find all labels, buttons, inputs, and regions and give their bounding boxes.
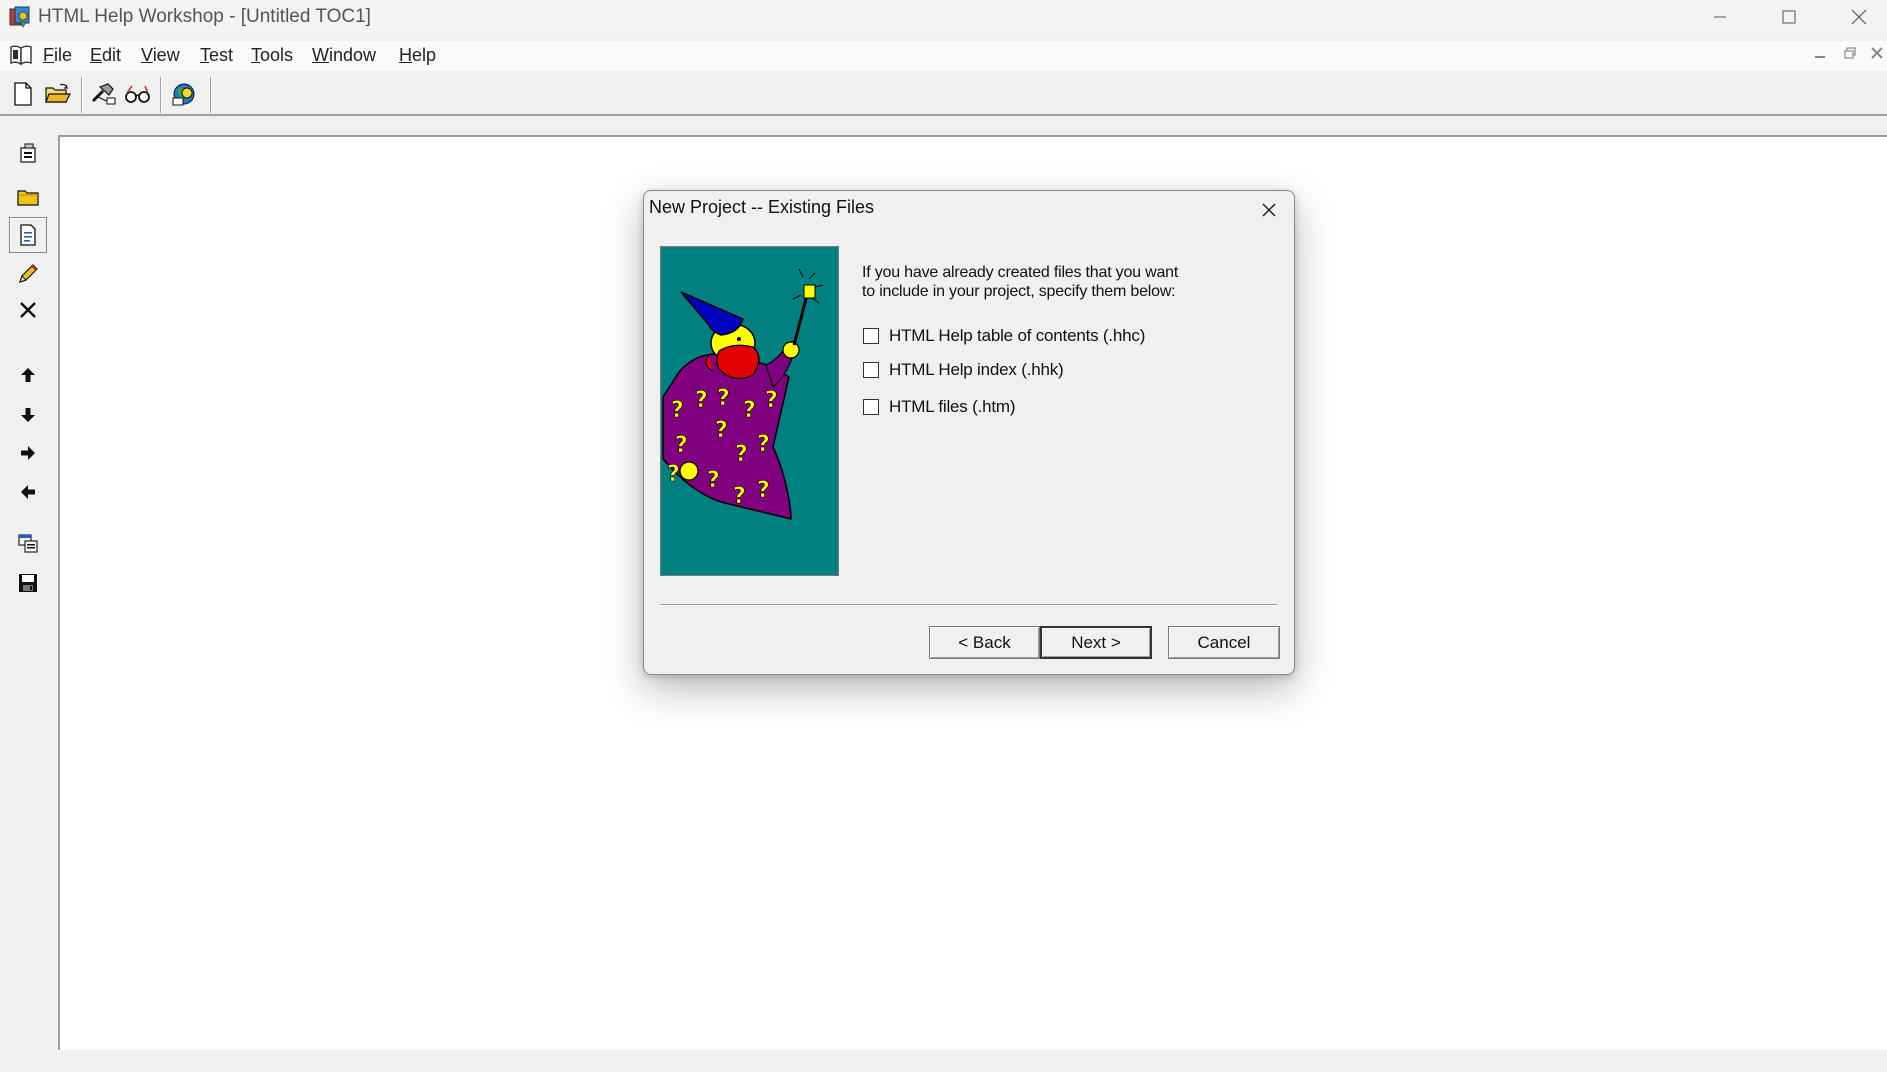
edit-selection-icon (19, 264, 38, 283)
svg-text:?: ? (733, 484, 746, 509)
insert-page-icon (20, 224, 36, 246)
wizard-illustration: ? ? ? ? ? ? ? ? ? ? ? ? ? (660, 246, 839, 576)
svg-text:?: ? (765, 388, 778, 413)
close-icon (1262, 203, 1276, 217)
status-bar (0, 1052, 1887, 1072)
menu-file[interactable]: File (43, 45, 72, 66)
compile-button[interactable] (87, 77, 121, 111)
document-system-menu-icon[interactable] (8, 44, 34, 66)
minimize-icon (1815, 56, 1825, 58)
move-up-button[interactable] (9, 357, 47, 393)
toc-tool-strip (0, 135, 60, 1050)
window-title: HTML Help Workshop - [Untitled TOC1] (38, 6, 371, 27)
svg-text:?: ? (675, 433, 688, 458)
move-right-icon (21, 446, 35, 460)
hhc-checkbox-label[interactable]: HTML Help table of contents (.hhc) (889, 326, 1145, 346)
maximize-icon (1782, 10, 1796, 24)
close-window-button[interactable] (1824, 0, 1887, 34)
mdi-close-button[interactable] (1864, 46, 1887, 68)
prompt-line-1: If you have already created files that y… (862, 264, 1179, 281)
move-up-icon (21, 368, 35, 382)
svg-text:?: ? (757, 432, 770, 457)
menu-view[interactable]: View (141, 45, 180, 66)
menu-tools[interactable]: Tools (251, 45, 293, 66)
prompt-line-2: to include in your project, specify them… (862, 283, 1176, 300)
save-file-icon (19, 574, 37, 592)
open-folder-icon (45, 83, 71, 103)
svg-text:?: ? (695, 388, 708, 413)
compile-icon (91, 83, 116, 105)
svg-text:?: ? (667, 462, 680, 487)
hhk-checkbox-label[interactable]: HTML Help index (.hhk) (889, 360, 1064, 380)
dialog-divider (660, 604, 1277, 606)
new-project-existing-files-dialog: New Project -- Existing Files ? ? ? ? ? … (643, 190, 1295, 675)
menu-window[interactable]: Window (312, 45, 376, 66)
mdi-restore-button[interactable] (1837, 46, 1863, 68)
html-help-workshop-app-icon[interactable] (8, 6, 32, 28)
toolbar-separator (81, 77, 83, 113)
hhc-checkbox-row[interactable]: HTML Help table of contents (.hhc) (863, 325, 1145, 347)
htm-checkbox[interactable] (863, 399, 879, 415)
new-file-button[interactable] (6, 77, 40, 111)
hhk-checkbox[interactable] (863, 362, 879, 378)
svg-text:?: ? (671, 398, 684, 423)
menu-test[interactable]: Test (200, 45, 233, 66)
toolbar-separator (160, 77, 162, 113)
view-compiled-file-button[interactable] (121, 77, 155, 111)
insert-heading-icon (17, 190, 39, 206)
menu-help[interactable]: Help (399, 45, 436, 66)
wizard-image: ? ? ? ? ? ? ? ? ? ? ? ? ? (662, 268, 824, 520)
title-bar: HTML Help Workshop - [Untitled TOC1] (0, 0, 1887, 34)
dialog-title: New Project -- Existing Files (649, 197, 875, 217)
svg-text:?: ? (743, 398, 756, 423)
dialog-prompt: If you have already created files that y… (862, 263, 1242, 301)
insert-page-button[interactable] (9, 217, 47, 253)
contents-properties-button[interactable] (9, 135, 47, 171)
mdi-minimize-button[interactable] (1807, 46, 1833, 68)
svg-text:?: ? (715, 418, 728, 443)
svg-text:?: ? (717, 386, 730, 411)
delete-selection-icon (20, 302, 36, 318)
dialog-close-button[interactable] (1254, 197, 1284, 223)
menu-edit[interactable]: Edit (90, 45, 121, 66)
restore-icon (1844, 47, 1856, 59)
move-down-button[interactable] (9, 397, 47, 433)
view-compiled-icon (125, 85, 150, 103)
view-html-source-button[interactable] (9, 525, 47, 561)
close-icon (1851, 9, 1867, 25)
html-help-image-editor-icon (172, 83, 195, 106)
close-icon (1871, 47, 1883, 59)
new-file-icon (14, 82, 32, 106)
view-html-source-icon (18, 534, 38, 553)
move-left-icon (21, 485, 35, 499)
save-file-button[interactable] (9, 565, 47, 601)
contents-properties-icon (20, 143, 36, 163)
open-file-button[interactable] (41, 77, 75, 111)
html-help-image-editor-button[interactable] (168, 77, 202, 111)
svg-text:?: ? (707, 468, 720, 493)
delete-selection-button[interactable] (9, 292, 47, 328)
minimize-button[interactable] (1685, 0, 1755, 34)
move-down-icon (21, 408, 35, 422)
minimize-icon (1714, 16, 1726, 18)
maximize-button[interactable] (1754, 0, 1824, 34)
move-left-button[interactable] (9, 474, 47, 510)
htm-checkbox-row[interactable]: HTML files (.htm) (863, 396, 1016, 418)
cancel-button[interactable]: Cancel (1168, 626, 1280, 659)
main-toolbar (0, 73, 1887, 116)
next-button[interactable]: Next > (1040, 626, 1152, 659)
svg-text:?: ? (735, 442, 748, 467)
hhc-checkbox[interactable] (863, 328, 879, 344)
htm-checkbox-label[interactable]: HTML files (.htm) (889, 397, 1016, 417)
back-button[interactable]: < Back (929, 626, 1040, 659)
edit-selection-button[interactable] (9, 256, 47, 292)
insert-heading-button[interactable] (9, 179, 47, 215)
hhk-checkbox-row[interactable]: HTML Help index (.hhk) (863, 359, 1064, 381)
move-right-button[interactable] (9, 435, 47, 471)
menu-bar: File Edit View Test Tools Window Help (0, 41, 1887, 71)
toolbar-separator (210, 77, 212, 113)
svg-text:?: ? (757, 478, 770, 503)
